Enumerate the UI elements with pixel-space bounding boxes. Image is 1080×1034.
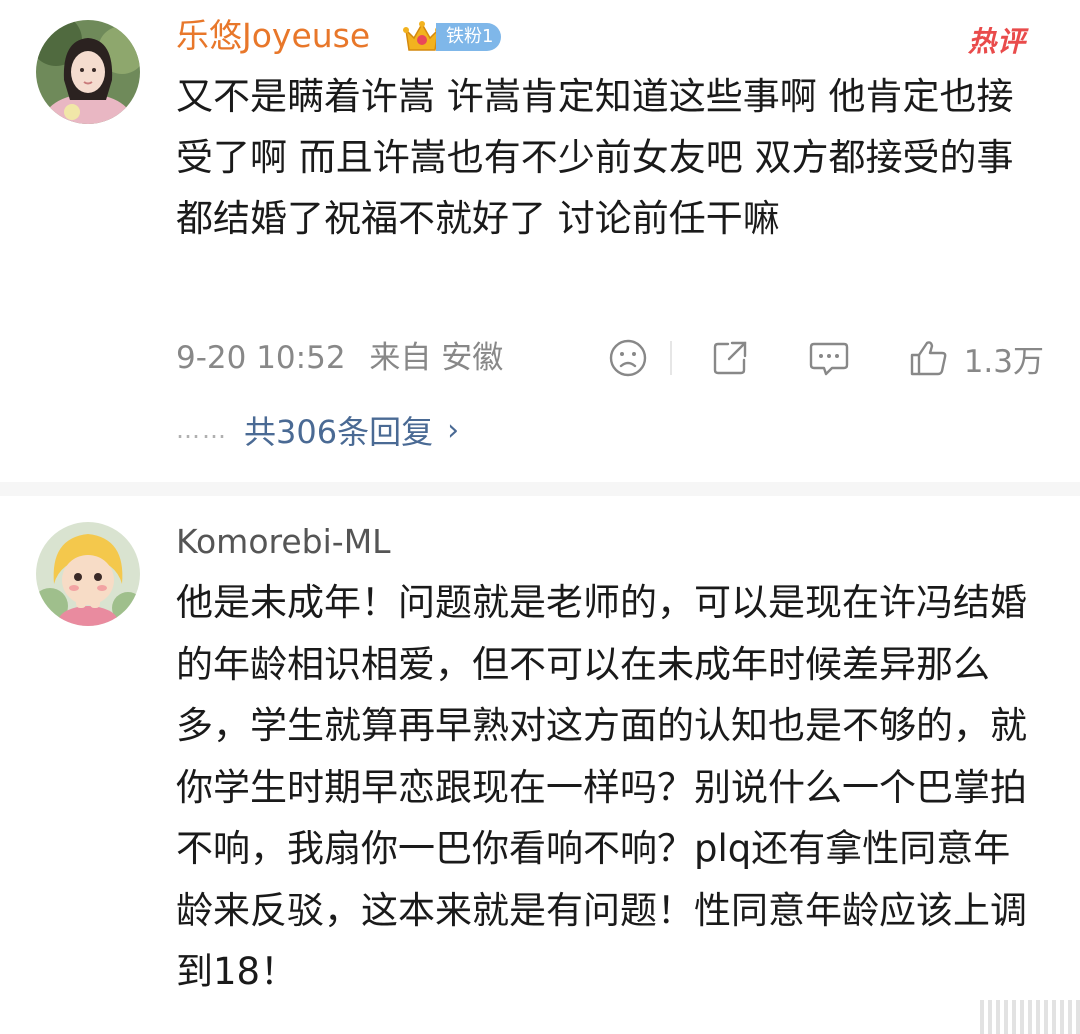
comment-divider [0,482,1080,496]
comment-actions: 1.3万 [608,334,1044,382]
like-button[interactable]: 1.3万 [908,336,1044,381]
username[interactable]: Komorebi-ML [176,522,391,562]
like-count: 1.3万 [963,343,1044,380]
avatar[interactable] [36,20,140,124]
view-replies[interactable]: …… 共306条回复 › [176,408,459,452]
comment-item: 乐悠Joyeuse 铁粉1 热评 又不是瞒着许嵩 许嵩肯定知道这些事啊 他肯定也… [0,0,1080,480]
reply-dots: …… [176,416,228,444]
replies-link[interactable]: 共306条回复 [244,407,433,453]
comment-button[interactable] [808,338,850,378]
action-separator [669,341,672,375]
share-button[interactable] [710,338,750,378]
timestamp: 9-20 10:52 [176,340,346,376]
comment-text: 又不是瞒着许嵩 许嵩肯定知道这些事啊 他肯定也接受了啊 而且许嵩也有不少前女友吧… [176,75,1014,240]
location: 来自 安徽 [369,340,504,376]
fan-badge-label: 铁粉1 [436,23,502,51]
share-icon [713,341,746,375]
emoji-react-button[interactable] [608,338,648,378]
comment-text: 他是未成年！问题就是老师的，可以是现在许冯结婚的年龄相识相爱，但不可以在未成年时… [176,581,1027,993]
thumbs-up-icon [910,341,947,376]
comment-item: Komorebi-ML 他是未成年！问题就是老师的，可以是现在许冯结婚的年龄相识… [0,500,1080,1034]
watermark-strip [980,1000,1080,1034]
sad-face-icon [609,339,646,377]
comment-icon [809,342,848,376]
fan-badge[interactable]: 铁粉1 [402,20,502,54]
hot-comment-tag: 热评 [967,25,1026,58]
chevron-right-icon: › [447,412,460,448]
comment-meta: 9-20 10:52 来自 安徽 [176,336,503,380]
avatar[interactable] [36,522,140,626]
username[interactable]: 乐悠Joyeuse [176,16,370,56]
